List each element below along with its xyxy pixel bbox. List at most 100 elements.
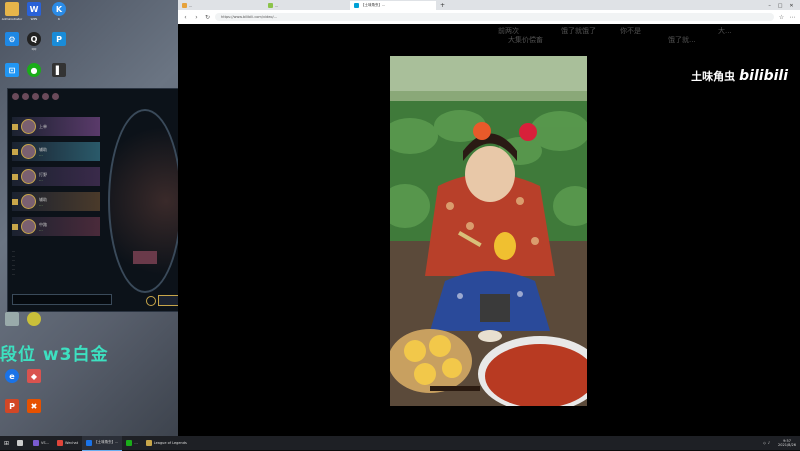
browser-tab[interactable]: ... bbox=[264, 1, 350, 10]
minimize-icon[interactable]: – bbox=[768, 3, 771, 9]
lol-nav-icon[interactable] bbox=[32, 92, 39, 100]
desktop-icon-9[interactable]: e bbox=[0, 369, 24, 384]
app-icon: ⊡ bbox=[5, 63, 19, 77]
lol-nav-icon[interactable] bbox=[52, 92, 59, 100]
back-icon[interactable]: ‹ bbox=[182, 14, 189, 21]
avatar bbox=[21, 144, 36, 159]
app-icon: P bbox=[52, 32, 66, 46]
system-tray: ◇ ♪ bbox=[759, 436, 774, 450]
url-input[interactable]: https://www.bilibili.com/video/... bbox=[215, 13, 774, 21]
folder-icon bbox=[5, 2, 19, 16]
browser-tab-strip: ... ... 【土味角虫】... + – □ ✕ bbox=[178, 0, 800, 10]
app-icon bbox=[17, 440, 24, 446]
desktop-icon-6[interactable]: ⊡ bbox=[0, 63, 24, 78]
app-icon bbox=[27, 312, 41, 326]
taskbar-item-1[interactable]: VS... bbox=[29, 436, 53, 450]
taskbar: ⊞ VS... Wechat 【土味角虫】... ... League of L… bbox=[0, 435, 800, 451]
bilibili-logo: bilibili bbox=[739, 68, 788, 84]
close-icon[interactable]: ✕ bbox=[789, 3, 793, 9]
taskbar-item-3[interactable]: 【土味角虫】... bbox=[82, 435, 123, 451]
star-icon[interactable]: ☆ bbox=[778, 14, 785, 21]
lol-nav-icon[interactable] bbox=[22, 92, 29, 100]
video-frame[interactable] bbox=[390, 56, 587, 406]
lobby-member-4[interactable]: 辅助... bbox=[12, 192, 100, 211]
position-icon bbox=[12, 148, 18, 155]
taskbar-item-2[interactable]: Wechat bbox=[53, 436, 82, 450]
find-match-button[interactable] bbox=[158, 295, 180, 306]
desktop-icon-8[interactable]: ▌ bbox=[47, 63, 71, 78]
desktop-icon-extra-a[interactable] bbox=[0, 312, 24, 326]
new-tab-button[interactable]: + bbox=[436, 1, 452, 10]
app-icon bbox=[57, 440, 63, 446]
video-player[interactable]: 前两次 饿了就饿了 你不是 大... 大集价偿畜 饿了就... 土味角虫 bil… bbox=[178, 24, 800, 436]
windows-icon: ⊞ bbox=[4, 439, 10, 447]
browser-window[interactable]: ... ... 【土味角虫】... + – □ ✕ ‹ › ↻ https://ww… bbox=[178, 0, 800, 436]
qq-icon: Q bbox=[27, 32, 41, 46]
wps-icon: W bbox=[27, 2, 41, 16]
position-icon bbox=[12, 123, 18, 130]
lobby-member-2[interactable]: 辅助... bbox=[12, 142, 100, 161]
lol-topbar bbox=[8, 89, 179, 103]
lobby-member-3[interactable]: 打野... bbox=[12, 167, 100, 186]
browser-tab[interactable]: ... bbox=[178, 1, 264, 10]
avatar bbox=[21, 169, 36, 184]
tab-favicon-icon bbox=[182, 3, 187, 8]
forward-icon[interactable]: › bbox=[193, 14, 200, 21]
network-icon[interactable]: ◇ bbox=[763, 441, 766, 445]
lobby-member-5[interactable]: 中路... bbox=[12, 217, 100, 236]
taskbar-item-5[interactable]: League of Legends bbox=[142, 436, 191, 450]
taskbar-item-4[interactable]: ... bbox=[122, 436, 141, 450]
volume-icon[interactable]: ♪ bbox=[768, 441, 770, 445]
lol-champion-art bbox=[108, 109, 182, 293]
book-icon: ▌ bbox=[52, 63, 66, 77]
danmaku-comment: 饿了就... bbox=[668, 36, 696, 44]
desktop-icon-10[interactable]: ◆ bbox=[22, 369, 46, 384]
lol-nav-icon[interactable] bbox=[12, 92, 19, 100]
desktop-icon-12[interactable]: ✖ bbox=[22, 399, 46, 414]
wechat-icon: ● bbox=[27, 63, 41, 77]
lobby-chat-input[interactable] bbox=[12, 294, 112, 305]
lol-nav-icon[interactable] bbox=[42, 92, 49, 100]
taskbar-item-0[interactable] bbox=[13, 436, 29, 450]
desktop-icon-7[interactable]: ● bbox=[22, 63, 46, 78]
league-client-window[interactable]: 上单 辅助... 打野... 辅助... 中路... ... ... ... .… bbox=[7, 88, 182, 312]
desktop-icon-5[interactable]: P bbox=[47, 32, 71, 47]
reload-icon[interactable]: ↻ bbox=[204, 14, 211, 21]
app-icon bbox=[5, 312, 19, 326]
settings-icon[interactable] bbox=[146, 296, 156, 306]
desktop-icon-2[interactable]: KK bbox=[47, 2, 71, 21]
uploader-watermark: 土味角虫 bilibili bbox=[691, 68, 788, 84]
address-bar-row: ‹ › ↻ https://www.bilibili.com/video/...… bbox=[178, 10, 800, 25]
app-icon bbox=[33, 440, 40, 446]
desktop-icon-1[interactable]: W WPS bbox=[22, 2, 46, 21]
avatar bbox=[21, 119, 36, 134]
position-icon bbox=[12, 173, 18, 180]
desktop-icon-0[interactable]: Administrator bbox=[0, 2, 24, 21]
tab-favicon-icon bbox=[268, 3, 273, 8]
position-icon bbox=[12, 223, 18, 230]
video-scene bbox=[390, 56, 587, 406]
app-icon: ⚙ bbox=[5, 32, 19, 46]
browser-tab-active[interactable]: 【土味角虫】... bbox=[350, 1, 436, 10]
desktop-icon-extra-b[interactable] bbox=[22, 312, 46, 326]
browser-icon bbox=[86, 439, 93, 446]
danmaku-comment: 大集价偿畜 bbox=[508, 36, 543, 44]
avatar bbox=[21, 219, 36, 234]
clock[interactable]: 9:57 2021/8/26 bbox=[774, 436, 800, 450]
menu-icon[interactable]: ⋯ bbox=[789, 14, 796, 21]
maximize-icon[interactable]: □ bbox=[778, 3, 783, 9]
lobby-member-1[interactable]: 上单 bbox=[12, 117, 100, 136]
app-icon bbox=[126, 440, 133, 446]
desktop-icon-11[interactable]: P bbox=[0, 399, 24, 414]
desktop-icon-4[interactable]: Q QQ bbox=[22, 32, 46, 51]
desktop-icon-3[interactable]: ⚙ bbox=[0, 32, 24, 47]
rank-overlay-text: 段位 w3白金 bbox=[0, 345, 109, 365]
champion-thumbnail[interactable] bbox=[133, 251, 157, 264]
league-icon bbox=[145, 440, 152, 446]
powerpoint-icon: P bbox=[5, 399, 19, 413]
app-icon: ✖ bbox=[27, 399, 41, 413]
start-button[interactable]: ⊞ bbox=[0, 436, 13, 450]
app-icon: ◆ bbox=[27, 369, 41, 383]
danmaku-comment: 大... bbox=[718, 27, 732, 35]
danmaku-comment: 你不是 bbox=[620, 27, 641, 35]
